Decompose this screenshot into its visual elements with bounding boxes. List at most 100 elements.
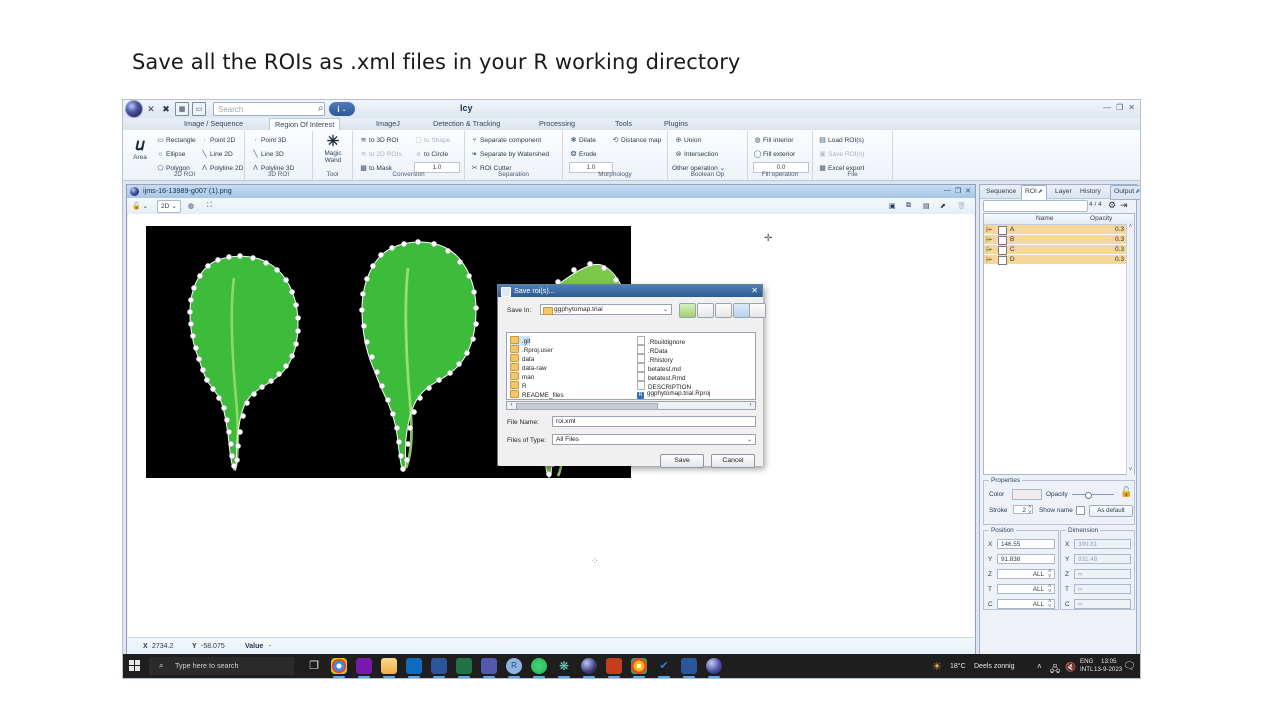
position-y-field[interactable]: 91.838 bbox=[997, 554, 1055, 564]
intersection-button[interactable]: ⊗ Intersection bbox=[674, 150, 719, 159]
ellipse-button[interactable]: ○ Ellipse bbox=[156, 150, 185, 159]
opacity-slider[interactable] bbox=[1072, 494, 1114, 495]
dilate-button[interactable]: ❃ Dilate bbox=[569, 136, 596, 145]
todo-icon[interactable]: ✔ bbox=[656, 658, 672, 678]
gear-icon[interactable]: ⚙ bbox=[1108, 200, 1116, 211]
word-icon[interactable] bbox=[431, 658, 447, 678]
scroll-down-icon[interactable]: ˅ bbox=[1127, 467, 1134, 476]
point-3d-button[interactable]: · Point 3D bbox=[251, 136, 286, 145]
load-rois-button[interactable]: ▤ Load ROI(s) bbox=[818, 136, 864, 145]
notifications-icon[interactable]: 🗨 bbox=[1123, 661, 1136, 672]
fill-interior-button[interactable]: ◍ Fill interior bbox=[753, 136, 793, 145]
info-button[interactable]: i ⌄ bbox=[329, 102, 355, 116]
task-view-icon[interactable]: ❐ bbox=[306, 658, 322, 674]
erode-button[interactable]: ❂ Erode bbox=[569, 150, 597, 159]
file-name-input[interactable]: roi.xml bbox=[552, 416, 756, 427]
window-controls[interactable]: ― ❐ ✕ bbox=[1103, 103, 1135, 112]
detach-icon[interactable]: ✖ bbox=[160, 103, 172, 115]
list-view-icon[interactable] bbox=[733, 303, 750, 318]
onenote-icon[interactable] bbox=[356, 658, 372, 678]
roi-visible-checkbox[interactable] bbox=[998, 246, 1007, 255]
up-folder-icon[interactable] bbox=[679, 303, 696, 318]
icy-icon[interactable] bbox=[581, 658, 597, 678]
icy2-icon[interactable] bbox=[706, 658, 722, 678]
stroke-stepper-arrows[interactable]: ˄ ˅ bbox=[1028, 505, 1032, 516]
scrollbar-thumb[interactable] bbox=[516, 403, 658, 410]
home-folder-icon[interactable] bbox=[697, 303, 714, 318]
position-c-field[interactable]: ALL bbox=[997, 599, 1055, 609]
word2-icon[interactable] bbox=[681, 658, 697, 678]
scroll-right-icon[interactable]: › bbox=[746, 402, 755, 409]
clock-time[interactable]: 13:05 bbox=[1101, 658, 1116, 666]
export-icon[interactable]: ⇥ bbox=[1120, 200, 1128, 211]
to-circle-button[interactable]: ○ to Circle bbox=[414, 150, 448, 159]
tab-detection-tracking[interactable]: Detection & Tracking bbox=[428, 118, 505, 130]
chrome2-icon[interactable] bbox=[631, 658, 647, 678]
fit-button[interactable]: ⛶ bbox=[207, 200, 212, 212]
rstudio-icon[interactable]: R bbox=[506, 658, 522, 678]
image-window-controls[interactable]: ― ❐ ✕ bbox=[944, 187, 971, 195]
screenshot-button[interactable]: ▤ bbox=[923, 200, 930, 212]
tab-layer[interactable]: Layer bbox=[1052, 185, 1075, 198]
as-default-button[interactable]: As default bbox=[1089, 505, 1133, 517]
minimize-icon[interactable]: ― bbox=[944, 187, 951, 195]
excel-icon[interactable] bbox=[456, 658, 472, 678]
to-3d-roi-button[interactable]: ≋ to 3D ROI bbox=[359, 136, 399, 145]
teams-icon[interactable] bbox=[481, 658, 497, 678]
point-2d-button[interactable]: · Point 2D bbox=[200, 136, 235, 145]
scroll-up-icon[interactable]: ˄ bbox=[1127, 224, 1134, 233]
tab-image-sequence[interactable]: Image / Sequence bbox=[179, 118, 248, 130]
roi-visible-checkbox[interactable] bbox=[998, 236, 1007, 245]
roi-visible-checkbox[interactable] bbox=[998, 226, 1007, 235]
area-roi-button[interactable]: 𝑢 Area bbox=[127, 135, 153, 161]
delete-button[interactable]: 🗑 bbox=[957, 200, 966, 212]
color-swatch[interactable] bbox=[1012, 489, 1042, 500]
roi-table-scrollbar[interactable]: ˄ ˅ bbox=[1126, 224, 1134, 476]
tab-history[interactable]: History bbox=[1077, 185, 1104, 198]
close-icon[interactable]: ✕ bbox=[751, 286, 758, 295]
fill-exterior-button[interactable]: ◯ Fill exterior bbox=[753, 150, 796, 159]
search-input[interactable]: Search bbox=[213, 102, 325, 116]
to-2d-rois-button[interactable]: ≋ to 2D ROIs bbox=[359, 150, 402, 159]
powerpoint-icon[interactable] bbox=[606, 658, 622, 678]
grid-layout-icon[interactable]: ▦ bbox=[175, 102, 189, 116]
volume-muted-icon[interactable]: 🔇 bbox=[1065, 662, 1076, 673]
outlook-icon[interactable] bbox=[406, 658, 422, 678]
list-item[interactable]: .gitignore bbox=[510, 399, 547, 400]
unlock-icon[interactable]: 🔓 bbox=[1120, 487, 1132, 498]
close-all-icon[interactable]: ✕ bbox=[145, 103, 157, 115]
tab-sequence[interactable]: Sequence bbox=[983, 185, 1019, 198]
cancel-button[interactable]: Cancel bbox=[711, 454, 755, 468]
taskbar-search[interactable]: ⌕ Type here to search bbox=[149, 657, 294, 675]
opacity-slider-knob[interactable] bbox=[1085, 492, 1092, 499]
camera-button[interactable]: ▣ bbox=[889, 200, 896, 212]
rectangle-button[interactable]: ▭ Rectangle bbox=[156, 136, 196, 145]
file-explorer-icon[interactable] bbox=[381, 658, 397, 678]
tab-processing[interactable]: Processing bbox=[534, 118, 580, 130]
start-button[interactable] bbox=[129, 660, 140, 671]
detach-button[interactable]: ⬈ bbox=[940, 200, 946, 212]
roi-visible-checkbox[interactable] bbox=[998, 256, 1007, 265]
single-layout-icon[interactable]: ▭ bbox=[192, 102, 206, 116]
position-z-stepper[interactable]: ˄ ˅ bbox=[1048, 569, 1052, 580]
save-button[interactable]: Save bbox=[660, 454, 704, 468]
distance-map-button[interactable]: ⟲ Distance map bbox=[611, 136, 662, 145]
language-line1[interactable]: ENG bbox=[1080, 658, 1093, 666]
new-folder-icon[interactable] bbox=[715, 303, 732, 318]
language-line2[interactable]: INTL bbox=[1080, 666, 1093, 674]
files-of-type-combo[interactable]: All Files ⌄ bbox=[552, 434, 756, 445]
table-row[interactable]: ⌲ A 0.3 bbox=[984, 225, 1128, 235]
show-hidden-icons-chevron[interactable]: ˄ bbox=[1037, 662, 1042, 671]
save-rois-button[interactable]: ▣ Save ROI(s) bbox=[818, 150, 864, 159]
file-listbox[interactable]: .git .Rproj.user data data-raw man R REA… bbox=[506, 332, 756, 400]
tab-tools[interactable]: Tools bbox=[610, 118, 637, 130]
duplicate-button[interactable]: ⧉ bbox=[906, 200, 911, 212]
roi-search-input[interactable] bbox=[983, 200, 1088, 212]
search-icon[interactable]: ⌕ bbox=[318, 103, 324, 114]
separate-component-button[interactable]: ⑂ Separate component bbox=[470, 136, 541, 145]
position-z-field[interactable]: ALL bbox=[997, 569, 1055, 579]
close-icon[interactable]: ✕ bbox=[965, 187, 971, 195]
position-x-field[interactable]: 146.55 bbox=[997, 539, 1055, 549]
tab-output[interactable]: Output⬈ bbox=[1110, 185, 1140, 200]
icy-quick-toolbar[interactable]: ✕ ✖ ▦ ▭ ⌄ bbox=[145, 102, 221, 116]
